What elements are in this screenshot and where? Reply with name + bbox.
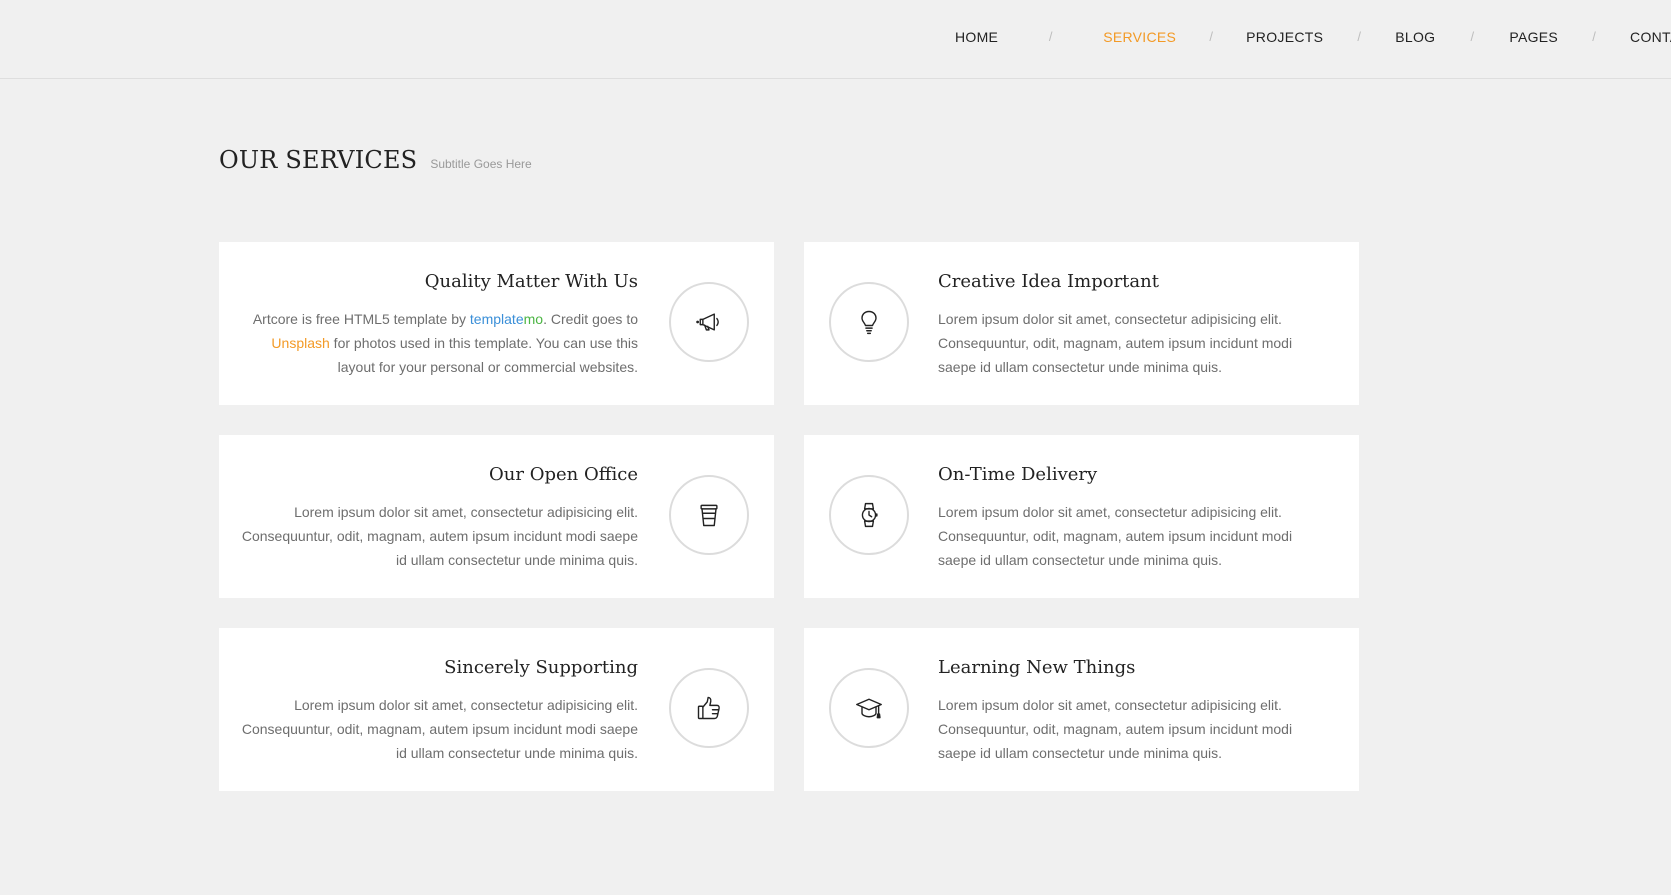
megaphone-icon	[696, 313, 719, 331]
service-card-creative: Creative Idea Important Lorem ipsum dolo…	[804, 242, 1359, 405]
nav-contact[interactable]: CONTACT	[1630, 27, 1671, 47]
page-subtitle: Subtitle Goes Here	[430, 157, 532, 171]
service-description: Lorem ipsum dolor sit amet, consectetur …	[938, 697, 1293, 761]
icon-circle	[829, 475, 909, 555]
service-card-support: Sincerely Supporting Lorem ipsum dolor s…	[219, 628, 774, 791]
description-text: Artcore is free HTML5 template by	[252, 311, 470, 327]
nav-separator: /	[1209, 29, 1213, 44]
service-card-delivery: On-Time Delivery Lorem ipsum dolor sit a…	[804, 435, 1359, 598]
service-card-office: Our Open Office Lorem ipsum dolor sit am…	[219, 435, 774, 598]
description-text: . Credit goes to	[543, 311, 638, 327]
nav-pages[interactable]: PAGES	[1509, 27, 1558, 47]
nav-separator: /	[1048, 29, 1053, 44]
service-title: Sincerely Supporting	[444, 657, 638, 678]
lightbulb-icon	[861, 310, 877, 335]
icon-circle	[669, 282, 749, 362]
wristwatch-icon	[861, 502, 878, 528]
icon-circle	[669, 475, 749, 555]
unsplash-link[interactable]: Unsplash	[271, 335, 329, 351]
service-description: Lorem ipsum dolor sit amet, consectetur …	[241, 504, 638, 568]
service-title: Learning New Things	[938, 657, 1136, 678]
page-title: OUR SERVICES	[219, 146, 418, 174]
service-card-quality: Quality Matter With Us Artcore is free H…	[219, 242, 774, 405]
service-description: Lorem ipsum dolor sit amet, consectetur …	[938, 504, 1293, 568]
icon-circle	[829, 282, 909, 362]
templatemo-link-part2: mo	[523, 311, 544, 327]
service-title: Quality Matter With Us	[424, 271, 638, 292]
section-header: OUR SERVICES Subtitle Goes Here	[219, 146, 532, 174]
nav-separator: /	[1470, 29, 1475, 44]
nav-home[interactable]: HOME	[955, 27, 998, 47]
icon-circle	[829, 668, 909, 748]
icon-circle	[669, 668, 749, 748]
templatemo-link[interactable]: templatemo	[470, 311, 543, 327]
graduation-cap-icon	[856, 698, 882, 719]
nav-separator: /	[1357, 29, 1362, 44]
description-text: for photos used in this template. You ca…	[329, 335, 638, 375]
service-title: Our Open Office	[489, 464, 638, 485]
nav-blog[interactable]: BLOG	[1395, 27, 1435, 47]
thumbs-up-icon	[697, 696, 720, 720]
service-card-learning: Learning New Things Lorem ipsum dolor si…	[804, 628, 1359, 791]
service-description: Lorem ipsum dolor sit amet, consectetur …	[241, 697, 638, 761]
service-title: Creative Idea Important	[938, 271, 1159, 292]
templatemo-link-part1: template	[469, 311, 524, 327]
nav-separator: /	[1592, 29, 1596, 44]
top-header: HOME / SERVICES / PROJECTS / BLOG / PAGE…	[0, 0, 1671, 79]
service-description: Lorem ipsum dolor sit amet, consectetur …	[938, 311, 1293, 375]
nav-services[interactable]: SERVICES	[1103, 27, 1176, 47]
nav-projects[interactable]: PROJECTS	[1246, 27, 1323, 47]
service-description: Artcore is free HTML5 template by templa…	[238, 307, 638, 379]
service-title: On-Time Delivery	[938, 464, 1098, 485]
main-nav: HOME / SERVICES / PROJECTS / BLOG / PAGE…	[955, 27, 1671, 47]
coffee-cup-icon	[700, 504, 718, 527]
